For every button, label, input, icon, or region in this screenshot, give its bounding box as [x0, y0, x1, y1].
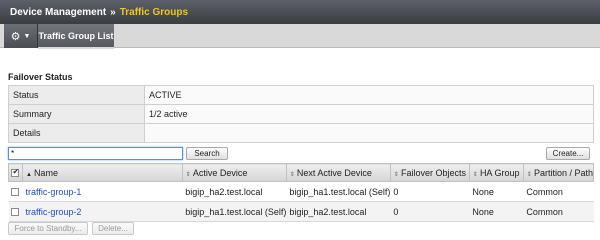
- tab-label: Traffic Group List: [38, 31, 114, 41]
- breadcrumb-current: Traffic Groups: [119, 6, 189, 18]
- failover-status-title: Failover Status: [8, 72, 73, 82]
- settings-menu-button[interactable]: ⚙ ▼: [4, 24, 38, 48]
- select-all-checkbox[interactable]: [11, 167, 20, 178]
- table-header-row: ▲Name ⇕Active Device ⇕Next Active Device…: [8, 163, 595, 182]
- traffic-group-table: ▲Name ⇕Active Device ⇕Next Active Device…: [8, 163, 595, 222]
- property-value: [144, 123, 594, 143]
- column-label: Failover Objects: [400, 167, 466, 178]
- search-input[interactable]: [8, 147, 183, 160]
- property-key: Summary: [8, 104, 145, 124]
- property-row: Status ACTIVE: [8, 85, 594, 105]
- next-active-device-cell: bigip_ha2.test.local: [286, 201, 391, 222]
- active-device-cell: bigip_ha2.test.local: [182, 181, 287, 202]
- column-header-next-active-device[interactable]: ⇕ Next Active Device: [285, 163, 391, 182]
- column-label: Partition / Path: [533, 167, 593, 178]
- gear-icon: ⚙: [10, 30, 21, 43]
- delete-button[interactable]: Delete...: [92, 222, 134, 235]
- row-checkbox[interactable]: [11, 208, 20, 217]
- search-row: Search Create...: [8, 147, 594, 161]
- select-all-header[interactable]: [8, 163, 23, 182]
- property-row: Summary 1/2 active: [8, 104, 594, 124]
- property-value: 1/2 active: [144, 104, 594, 124]
- force-to-standby-button[interactable]: Force to Standby...: [8, 222, 88, 235]
- row-checkbox[interactable]: [11, 188, 20, 197]
- property-row: Details: [8, 123, 594, 143]
- property-key: Status: [8, 85, 145, 105]
- create-button[interactable]: Create...: [546, 147, 590, 160]
- breadcrumb-root[interactable]: Device Management: [10, 7, 106, 18]
- sort-indicator-icon: ⇕: [472, 171, 478, 178]
- name-cell: traffic-group-1: [22, 181, 183, 202]
- active-device-cell: bigip_ha1.test.local (Self): [182, 201, 287, 222]
- sort-indicator-icon: ⇕: [289, 171, 295, 178]
- tab-traffic-group-list[interactable]: Traffic Group List: [38, 24, 114, 49]
- property-value: ACTIVE: [144, 85, 594, 105]
- column-label: Name: [33, 167, 58, 178]
- sort-indicator-icon: ⇕: [526, 171, 532, 178]
- next-active-device-cell: bigip_ha1.test.local (Self): [286, 181, 391, 202]
- column-header-ha-group[interactable]: ⇕ HA Group: [468, 163, 524, 182]
- property-key: Details: [8, 123, 145, 143]
- breadcrumb: Device Management » Traffic Groups: [0, 0, 600, 24]
- ha-group-cell: None: [469, 181, 524, 202]
- partition-cell: Common: [523, 201, 594, 222]
- column-label: Next Active Device: [296, 167, 372, 178]
- search-button[interactable]: Search: [186, 147, 228, 160]
- tab-bar: ⚙ ▼ Traffic Group List: [0, 24, 600, 49]
- column-label: HA Group: [479, 167, 520, 178]
- column-header-partition[interactable]: ⇕ Partition / Path: [522, 163, 595, 182]
- name-cell: traffic-group-2: [22, 201, 183, 222]
- failover-objects-cell: 0: [390, 201, 470, 222]
- breadcrumb-separator: »: [110, 6, 116, 18]
- table-row: traffic-group-2 bigip_ha1.test.local (Se…: [8, 201, 594, 222]
- table-row: traffic-group-1 bigip_ha2.test.local big…: [8, 181, 594, 202]
- sort-ascending-icon: ▲: [25, 171, 32, 178]
- row-select-cell: [8, 181, 23, 202]
- column-header-active-device[interactable]: ⇕ Active Device: [181, 163, 287, 182]
- chevron-down-icon: ▼: [23, 32, 31, 40]
- failover-objects-cell: 0: [390, 181, 470, 202]
- sort-indicator-icon: ⇕: [185, 171, 191, 178]
- partition-cell: Common: [523, 181, 594, 202]
- column-header-failover-objects[interactable]: ⇕ Failover Objects: [389, 163, 470, 182]
- column-header-name[interactable]: ▲ Name: [21, 163, 183, 182]
- row-select-cell: [8, 201, 23, 222]
- traffic-group-link[interactable]: traffic-group-2: [25, 207, 81, 217]
- failover-status-table: Status ACTIVE Summary 1/2 active Details: [8, 85, 594, 143]
- sort-indicator-icon: ⇕: [393, 171, 399, 178]
- ha-group-cell: None: [469, 201, 524, 222]
- traffic-group-link[interactable]: traffic-group-1: [25, 187, 81, 197]
- column-label: Active Device: [192, 167, 248, 178]
